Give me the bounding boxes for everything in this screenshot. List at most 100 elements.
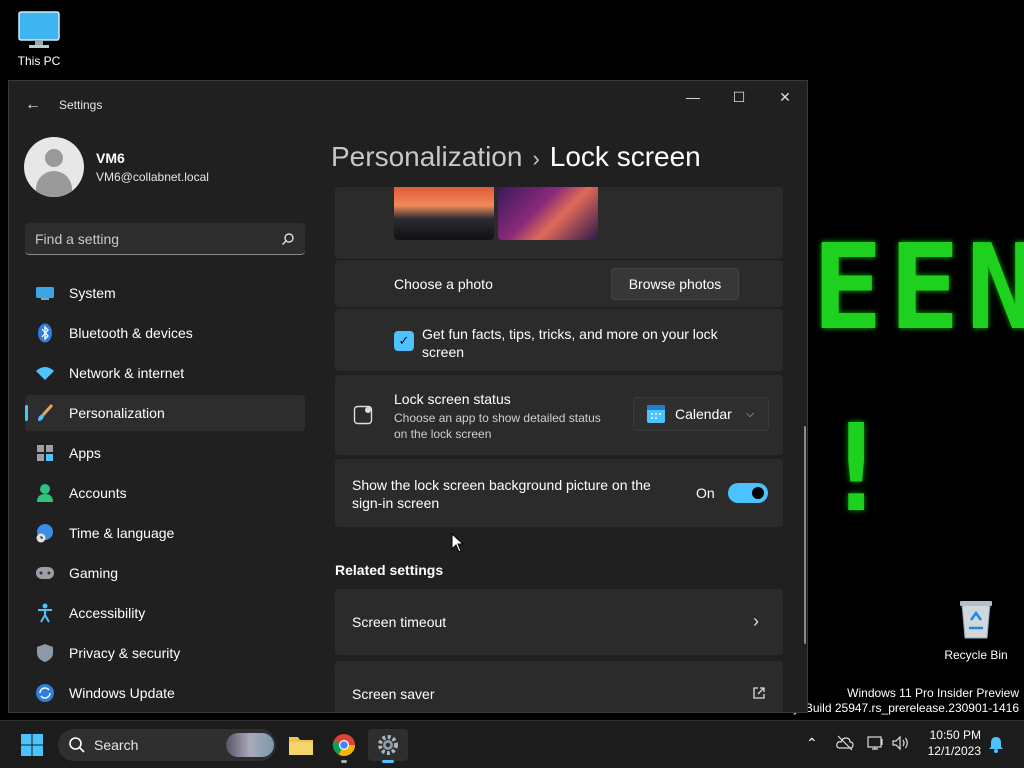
lock-status-title: Lock screen status <box>394 391 511 407</box>
apps-icon <box>35 443 55 463</box>
sidebar-item-accessibility[interactable]: Accessibility <box>25 595 305 631</box>
sidebar-item-label: Bluetooth & devices <box>69 325 193 341</box>
back-arrow-icon[interactable]: ← <box>23 95 43 115</box>
recycle-bin-desktop-icon[interactable]: Recycle Bin <box>940 598 1012 662</box>
choose-photo-label: Choose a photo <box>394 276 493 292</box>
sidebar-item-privacy[interactable]: Privacy & security <box>25 635 305 671</box>
maximize-button[interactable]: ☐ <box>716 81 762 113</box>
page-title: Lock screen <box>549 141 701 172</box>
watermark-edition: Windows 11 Pro Insider Preview <box>847 686 1019 700</box>
chrome-button[interactable] <box>324 729 364 763</box>
recycle-bin-icon <box>960 601 992 639</box>
screen-saver-label: Screen saver <box>352 686 435 702</box>
signin-background-label: Show the lock screen background picture … <box>352 477 651 511</box>
wifi-icon <box>35 363 55 383</box>
search-placeholder: Find a setting <box>35 230 120 247</box>
lock-status-dropdown[interactable]: Calendar ⌵ <box>633 397 769 431</box>
shield-icon <box>35 643 55 663</box>
sidebar-item-label: Apps <box>69 445 101 461</box>
checkmark-icon: ✓ <box>398 333 410 348</box>
signin-background-toggle[interactable] <box>728 483 768 503</box>
settings-window: ← Settings — ☐ ✕ VM6 VM6@collabnet.local… <box>8 80 808 713</box>
sidebar-item-label: Privacy & security <box>69 645 181 661</box>
volume-icon[interactable] <box>891 735 911 751</box>
sidebar-item-system[interactable]: System <box>25 275 305 311</box>
choose-photo-row: Choose a photo Browse photos <box>335 259 783 307</box>
network-icon[interactable] <box>867 735 885 751</box>
background-segment-text: EEN <box>812 218 1024 356</box>
settings-taskbar-button[interactable] <box>368 729 408 763</box>
mouse-cursor-icon <box>451 533 465 553</box>
calendar-icon <box>647 405 665 423</box>
sidebar-item-bluetooth[interactable]: Bluetooth & devices <box>25 315 305 351</box>
user-profile[interactable]: VM6 VM6@collabnet.local <box>24 137 209 197</box>
sidebar-item-label: Accessibility <box>69 605 146 621</box>
cloud-offline-icon[interactable] <box>836 735 854 751</box>
file-explorer-button[interactable] <box>281 729 321 761</box>
recent-photo-thumbnail[interactable] <box>498 187 598 240</box>
gamepad-icon <box>35 563 55 583</box>
sidebar-item-personalization[interactable]: Personalization <box>25 395 305 431</box>
sidebar-item-label: Accounts <box>69 485 127 501</box>
background-segment-exclaim: ! <box>820 400 899 539</box>
lock-status-selected: Calendar <box>675 406 732 422</box>
chevron-up-icon[interactable]: ⌃ <box>806 735 818 752</box>
recycle-bin-label: Recycle Bin <box>944 648 1008 662</box>
lock-status-description: Choose an app to show detailed status on… <box>394 411 601 441</box>
fun-facts-checkbox[interactable]: ✓ <box>394 331 414 351</box>
accessibility-icon <box>35 603 55 623</box>
close-button[interactable]: ✕ <box>762 81 807 113</box>
search-input[interactable]: Find a setting <box>25 223 305 255</box>
start-button[interactable] <box>12 729 52 761</box>
clock[interactable]: 10:50 PM 12/1/2023 <box>918 727 981 759</box>
monitor-icon <box>18 11 60 48</box>
windows-logo-icon <box>21 734 43 756</box>
vertical-scrollbar[interactable] <box>804 426 806 644</box>
signin-background-row: Show the lock screen background picture … <box>335 459 783 527</box>
breadcrumb: Personalization › Lock screen <box>331 141 701 173</box>
sidebar-item-label: Time & language <box>69 525 175 541</box>
folder-icon <box>289 737 313 755</box>
taskbar-search[interactable]: Search <box>58 729 276 761</box>
clock-date: 12/1/2023 <box>927 744 981 758</box>
screen-timeout-row[interactable]: Screen timeout › <box>335 589 783 655</box>
sidebar-item-windows-update[interactable]: Windows Update <box>25 675 305 711</box>
toggle-state-label: On <box>696 485 715 501</box>
this-pc-label: This PC <box>17 54 61 68</box>
recent-photo-thumbnail[interactable] <box>394 187 494 240</box>
chevron-down-icon: ⌵ <box>745 407 755 420</box>
profile-email: VM6@collabnet.local <box>96 170 209 184</box>
sidebar-item-gaming[interactable]: Gaming <box>25 555 305 591</box>
window-title: Settings <box>59 98 103 112</box>
brush-icon <box>35 403 55 423</box>
sidebar-item-accounts[interactable]: Accounts <box>25 475 305 511</box>
fun-facts-label: Get fun facts, tips, tricks, and more on… <box>422 326 718 360</box>
breadcrumb-parent[interactable]: Personalization <box>331 141 522 172</box>
minimize-button[interactable]: — <box>670 81 716 113</box>
browse-photos-button[interactable]: Browse photos <box>611 268 739 300</box>
search-highlight-image <box>226 733 274 757</box>
notification-bell-icon[interactable] <box>988 736 1004 753</box>
sidebar-nav: System Bluetooth & devices Network & int… <box>25 275 305 712</box>
content-pane: Personalization › Lock screen Choose a pho… <box>331 129 785 712</box>
search-icon <box>69 737 85 753</box>
sidebar-item-label: Personalization <box>69 405 165 421</box>
breadcrumb-separator: › <box>532 146 540 171</box>
watermark-build: y. Build 25947.rs_prerelease.230901-1416 <box>793 701 1019 715</box>
sidebar-item-label: System <box>69 285 116 301</box>
fun-facts-row: ✓ Get fun facts, tips, tricks, and more … <box>335 309 783 371</box>
clock-time: 10:50 PM <box>929 728 981 742</box>
sidebar-item-apps[interactable]: Apps <box>25 435 305 471</box>
sidebar-item-network[interactable]: Network & internet <box>25 355 305 391</box>
globe-clock-icon <box>35 523 55 543</box>
sidebar-item-label: Gaming <box>69 565 119 581</box>
bluetooth-icon <box>35 323 55 343</box>
this-pc-desktop-icon[interactable]: This PC <box>14 10 64 68</box>
external-link-icon <box>753 687 765 699</box>
sidebar-item-time-language[interactable]: Time & language <box>25 515 305 551</box>
avatar <box>24 137 84 197</box>
screen-saver-row[interactable]: Screen saver <box>335 661 783 712</box>
screen-timeout-label: Screen timeout <box>352 614 447 630</box>
chevron-right-icon: › <box>753 611 759 631</box>
settings-scroll-area[interactable]: Choose a photo Browse photos ✓ Get fun f… <box>335 187 785 712</box>
